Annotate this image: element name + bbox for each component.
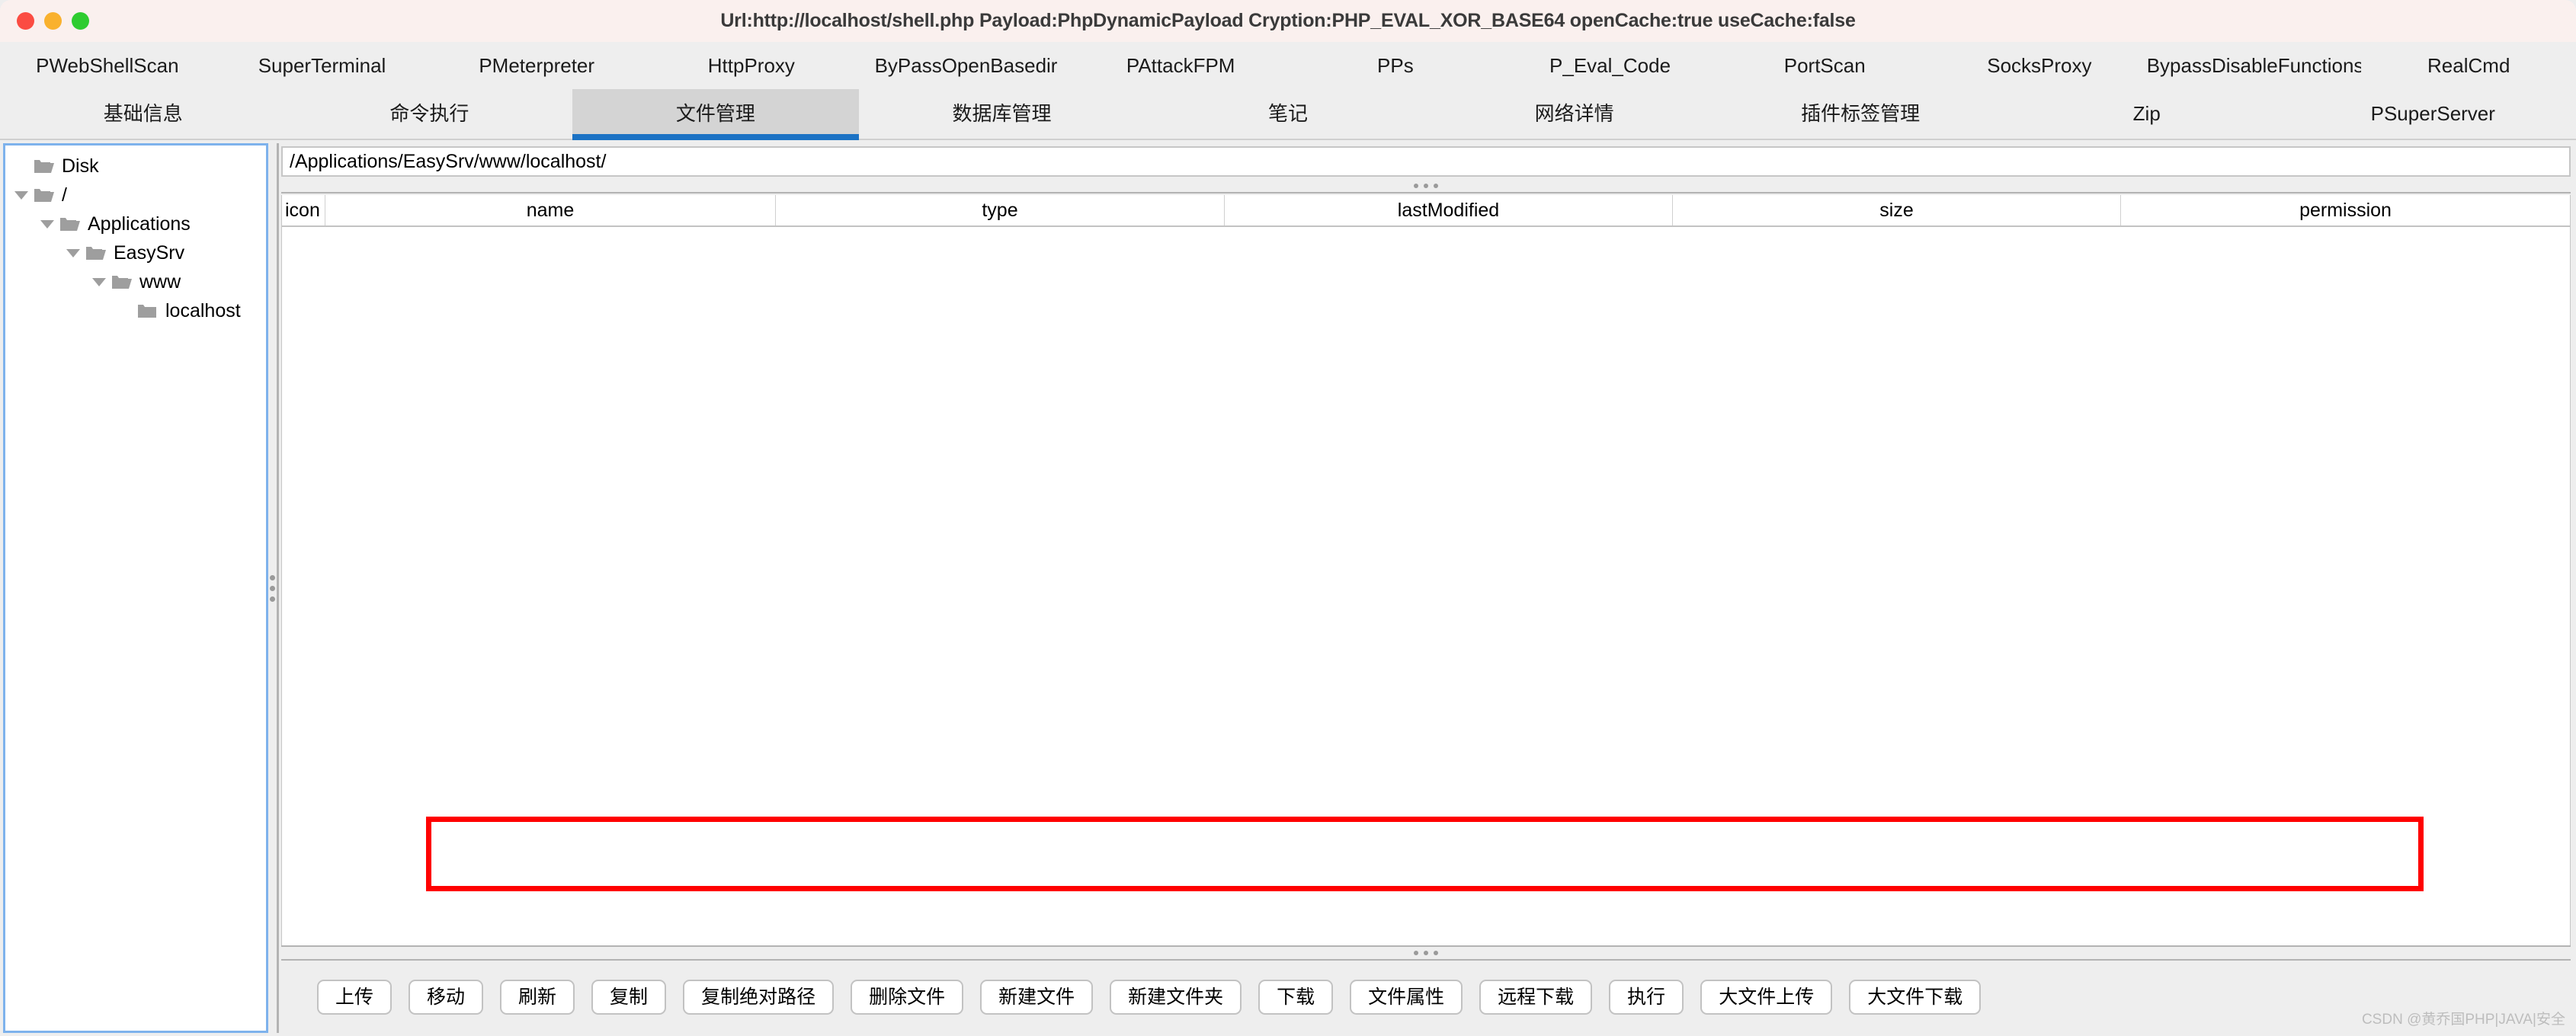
tab-bypassopenbasedir[interactable]: ByPassOpenBasedir xyxy=(859,42,1074,89)
splitter-grip-icon xyxy=(1414,951,1438,955)
new-file-button[interactable]: 新建文件 xyxy=(980,979,1094,1015)
column-header-name[interactable]: name xyxy=(325,195,776,225)
tab-pmeterpreter[interactable]: PMeterpreter xyxy=(429,42,644,89)
tab-zip[interactable]: Zip xyxy=(2004,89,2290,140)
file-properties-button[interactable]: 文件属性 xyxy=(1350,979,1463,1015)
tab-bypassdisablefunctions[interactable]: BypassDisableFunctions xyxy=(2147,42,2362,89)
folder-open-icon xyxy=(59,216,82,232)
vertical-splitter[interactable] xyxy=(268,143,279,1033)
application-window: Url:http://localhost/shell.php Payload:P… xyxy=(0,0,2576,1036)
column-header-permission[interactable]: permission xyxy=(2121,195,2570,225)
tree-node-label: Applications xyxy=(88,213,191,235)
tree-node-label: localhost xyxy=(165,299,241,321)
tab-socksproxy[interactable]: SocksProxy xyxy=(1932,42,2147,89)
file-browser: /Applications/EasySrv/www/localhost/ ico… xyxy=(281,143,2574,1033)
splitter-grip-icon xyxy=(270,574,275,602)
chevron-down-icon[interactable] xyxy=(10,190,33,200)
tree-node-applications[interactable]: Applications xyxy=(5,209,266,238)
file-manager-panel: Disk / Applications EasySrv www localhos… xyxy=(0,142,2576,1036)
tab-httpproxy[interactable]: HttpProxy xyxy=(644,42,859,89)
tab-superterminal[interactable]: SuperTerminal xyxy=(215,42,430,89)
horizontal-splitter-top[interactable] xyxy=(281,180,2571,193)
minimize-window-button[interactable] xyxy=(44,12,62,30)
tree-node-label: EasySrv xyxy=(114,241,185,264)
remote-download-button[interactable]: 远程下载 xyxy=(1479,979,1593,1015)
tree-node-disk[interactable]: Disk xyxy=(5,152,266,181)
chevron-down-icon[interactable] xyxy=(88,277,111,286)
tab-network-details[interactable]: 网络详情 xyxy=(1431,89,1718,140)
large-file-upload-button[interactable]: 大文件上传 xyxy=(1700,979,1833,1015)
tab-realcmd[interactable]: RealCmd xyxy=(2361,42,2576,89)
file-table[interactable]: icon name type lastModified size permiss… xyxy=(281,195,2571,945)
file-table-header: icon name type lastModified size permiss… xyxy=(282,195,2570,227)
folder-open-icon xyxy=(111,274,133,289)
watermark-text: CSDN @黄乔国PHP|JAVA|安全 xyxy=(2361,1012,2565,1028)
tab-psuperserver[interactable]: PSuperServer xyxy=(2290,89,2576,140)
download-button[interactable]: 下载 xyxy=(1258,979,1334,1015)
maximize-window-button[interactable] xyxy=(72,12,89,30)
window-controls xyxy=(17,0,89,42)
column-header-icon[interactable]: icon xyxy=(282,195,325,225)
delete-file-button[interactable]: 删除文件 xyxy=(851,979,964,1015)
column-header-lastmodified[interactable]: lastModified xyxy=(1225,195,1673,225)
tree-node-label: www xyxy=(139,270,181,293)
splitter-grip-icon xyxy=(1414,184,1438,188)
folder-open-icon xyxy=(85,245,107,261)
tree-node-easysrv[interactable]: EasySrv xyxy=(5,238,266,267)
folder-closed-icon xyxy=(136,303,159,318)
tree-node-localhost[interactable]: localhost xyxy=(5,296,266,325)
move-button[interactable]: 移动 xyxy=(409,979,484,1015)
window-title: Url:http://localhost/shell.php Payload:P… xyxy=(720,10,1856,31)
horizontal-splitter-bottom[interactable] xyxy=(281,945,2571,961)
tab-portscan[interactable]: PortScan xyxy=(1717,42,1932,89)
tab-file-manager[interactable]: 文件管理 xyxy=(572,89,859,140)
folder-open-icon xyxy=(33,158,56,174)
large-file-download-button[interactable]: 大文件下载 xyxy=(1849,979,1982,1015)
column-header-type[interactable]: type xyxy=(776,195,1225,225)
refresh-button[interactable]: 刷新 xyxy=(500,979,575,1015)
chevron-down-icon[interactable] xyxy=(62,248,85,257)
tree-node-root[interactable]: / xyxy=(5,181,266,209)
chevron-down-icon[interactable] xyxy=(36,219,59,229)
file-action-toolbar: 上传 移动 刷新 复制 复制绝对路径 删除文件 新建文件 新建文件夹 下载 文件… xyxy=(281,961,2571,1033)
function-tab-bar: 基础信息 命令执行 文件管理 数据库管理 笔记 网络详情 插件标签管理 Zip … xyxy=(0,89,2576,140)
copy-button[interactable]: 复制 xyxy=(591,979,667,1015)
tab-pps[interactable]: PPs xyxy=(1288,42,1503,89)
tree-node-label: / xyxy=(62,184,67,206)
copy-absolute-path-button[interactable]: 复制绝对路径 xyxy=(683,979,835,1015)
tab-pwebshellscan[interactable]: PWebShellScan xyxy=(0,42,215,89)
tree-node-label: Disk xyxy=(62,155,99,177)
title-bar: Url:http://localhost/shell.php Payload:P… xyxy=(0,0,2576,42)
directory-tree-panel[interactable]: Disk / Applications EasySrv www localhos… xyxy=(3,143,268,1033)
new-folder-button[interactable]: 新建文件夹 xyxy=(1110,979,1242,1015)
tab-command-exec[interactable]: 命令执行 xyxy=(287,89,573,140)
plugin-tab-bar: PWebShellScan SuperTerminal PMeterpreter… xyxy=(0,42,2576,89)
close-window-button[interactable] xyxy=(17,12,34,30)
tab-plugin-tag-manager[interactable]: 插件标签管理 xyxy=(1717,89,2004,140)
tree-node-www[interactable]: www xyxy=(5,267,266,296)
file-table-body[interactable] xyxy=(282,227,2570,944)
tab-basic-info[interactable]: 基础信息 xyxy=(0,89,287,140)
upload-button[interactable]: 上传 xyxy=(317,979,392,1015)
path-input[interactable]: /Applications/EasySrv/www/localhost/ xyxy=(281,146,2571,177)
tab-pattackfpm[interactable]: PAttackFPM xyxy=(1073,42,1288,89)
tab-notes[interactable]: 笔记 xyxy=(1145,89,1431,140)
execute-button[interactable]: 执行 xyxy=(1609,979,1684,1015)
folder-open-icon xyxy=(33,187,56,203)
column-header-size[interactable]: size xyxy=(1673,195,2121,225)
tab-p-eval-code[interactable]: P_Eval_Code xyxy=(1503,42,1718,89)
tab-database-manager[interactable]: 数据库管理 xyxy=(859,89,1145,140)
